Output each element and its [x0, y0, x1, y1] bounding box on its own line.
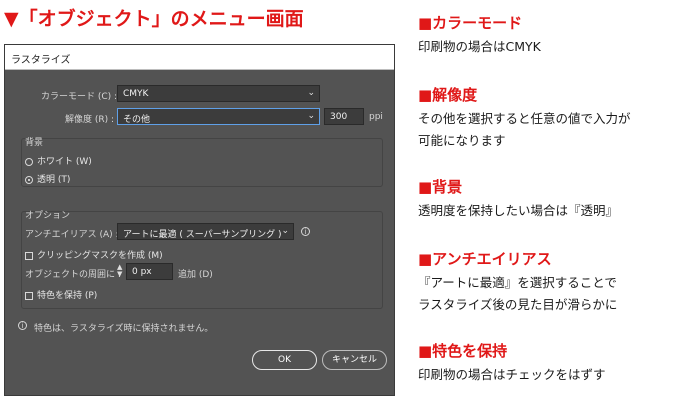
- chevron-down-icon: ⌄: [307, 88, 315, 98]
- chevron-down-icon: ⌄: [281, 226, 289, 236]
- antialias-value: アートに最適 ( スーパーサンプリング ): [123, 230, 282, 240]
- note-line-2: ラスタライズ後の見た目が滑らかに: [418, 297, 618, 312]
- resolution-label: 解像度 (R) :: [65, 115, 115, 125]
- note-line: 『アートに最適』を選択することで ラスタライズ後の見た目が滑らかに: [418, 272, 617, 316]
- around-label: オブジェクトの周囲に :: [25, 270, 121, 280]
- note-title: ■背景: [418, 178, 463, 196]
- page-heading: ▼「オブジェクト」のメニュー画面: [4, 8, 304, 30]
- checkbox-icon: [25, 291, 33, 300]
- radio-off-icon: [25, 157, 33, 166]
- note-line-1: 『アートに最適』を選択することで: [418, 275, 617, 290]
- note-title: ■アンチエイリアス: [418, 250, 552, 268]
- note-line: 印刷物の場合はチェックをはずす: [418, 367, 606, 382]
- clipping-mask-checkbox[interactable]: クリッピングマスクを作成 (M): [25, 248, 163, 261]
- bg-white-radio[interactable]: ホワイト (W): [25, 154, 92, 167]
- preserve-spot-label: 特色を保持 (P): [37, 291, 98, 301]
- around-suffix: 追加 (D): [178, 270, 213, 280]
- dialog-title: ラスタライズ: [11, 55, 71, 66]
- note-line-2: 可能になります: [418, 133, 506, 148]
- resolution-unit: ppi: [369, 112, 383, 122]
- preserve-spot-checkbox[interactable]: 特色を保持 (P): [25, 288, 97, 301]
- note-preserve-spot: ■特色を保持 印刷物の場合はチェックをはずす: [418, 340, 606, 386]
- resolution-number-value: 300: [330, 112, 348, 122]
- note-line: その他を選択すると任意の値で入力が 可能になります: [418, 108, 631, 152]
- note-title: ■解像度: [418, 86, 478, 104]
- bg-transparent-label: 透明 (T): [37, 175, 71, 185]
- ok-button[interactable]: OK: [252, 350, 317, 370]
- antialias-label: アンチエイリアス (A) :: [25, 230, 119, 240]
- cancel-button[interactable]: キャンセル: [322, 350, 387, 370]
- note-title: ■カラーモード: [418, 14, 523, 32]
- color-model-label: カラーモード (C) :: [41, 92, 118, 102]
- note-color-model: ■カラーモード 印刷物の場合はCMYK: [418, 12, 541, 58]
- color-model-value: CMYK: [123, 89, 149, 99]
- note-line: 透明度を保持したい場合は『透明』: [418, 203, 619, 218]
- info-icon[interactable]: i: [301, 227, 310, 236]
- around-field[interactable]: 0 px: [126, 263, 173, 280]
- info-text: 特色は、ラスタライズ時に保持されません。: [34, 324, 214, 334]
- color-model-select[interactable]: CMYK ⌄: [117, 85, 320, 102]
- rasterize-dialog: ラスタライズ カラーモード (C) : CMYK ⌄ 解像度 (R) : その他…: [4, 44, 395, 396]
- note-line: 印刷物の場合はCMYK: [418, 39, 541, 54]
- resolution-select[interactable]: その他 ⌄: [117, 108, 320, 125]
- stepper-arrows-icon[interactable]: ▲ ▼: [117, 264, 122, 278]
- options-group-title: オプション: [25, 211, 71, 221]
- checkbox-icon: [25, 251, 33, 260]
- note-resolution: ■解像度 その他を選択すると任意の値で入力が 可能になります: [418, 84, 631, 152]
- note-title: ■特色を保持: [418, 342, 508, 360]
- dialog-titlebar: ラスタライズ: [5, 45, 394, 70]
- resolution-value: その他: [123, 115, 151, 125]
- clipping-mask-label: クリッピングマスクを作成 (M): [37, 251, 163, 261]
- background-group-title: 背景: [25, 138, 44, 148]
- around-value: 0 px: [132, 267, 152, 277]
- note-antialias: ■アンチエイリアス 『アートに最適』を選択することで ラスタライズ後の見た目が滑…: [418, 248, 617, 316]
- info-icon: i: [18, 321, 27, 330]
- bg-transparent-radio[interactable]: 透明 (T): [25, 172, 70, 185]
- bg-white-label: ホワイト (W): [37, 157, 92, 167]
- note-background: ■背景 透明度を保持したい場合は『透明』: [418, 176, 618, 222]
- antialias-select[interactable]: アートに最適 ( スーパーサンプリング ) ⌄: [117, 223, 294, 240]
- radio-on-icon: [25, 175, 33, 184]
- resolution-number-field[interactable]: 300: [324, 108, 364, 125]
- chevron-down-icon: ⌄: [307, 111, 315, 121]
- note-line-1: その他を選択すると任意の値で入力が: [418, 111, 631, 126]
